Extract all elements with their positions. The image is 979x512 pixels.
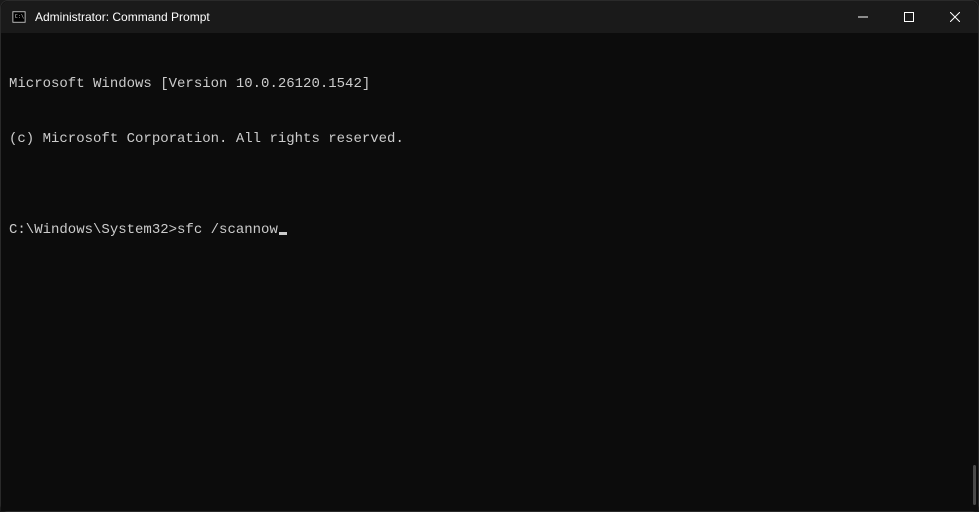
terminal-output[interactable]: Microsoft Windows [Version 10.0.26120.15… xyxy=(1,33,978,511)
prompt-path: C:\Windows\System32> xyxy=(9,221,177,239)
scrollbar[interactable] xyxy=(970,35,976,505)
cmd-icon: C:\ xyxy=(11,9,27,25)
maximize-button[interactable] xyxy=(886,1,932,33)
command-prompt-window: C:\ Administrator: Command Prompt xyxy=(0,0,979,512)
cursor-icon xyxy=(279,232,287,235)
svg-text:C:\: C:\ xyxy=(15,14,24,20)
window-controls xyxy=(840,1,978,33)
scrollbar-thumb[interactable] xyxy=(973,465,976,505)
command-input: sfc /scannow xyxy=(177,221,278,239)
prompt-line: C:\Windows\System32>sfc /scannow xyxy=(9,221,970,239)
version-line: Microsoft Windows [Version 10.0.26120.15… xyxy=(9,75,970,93)
close-button[interactable] xyxy=(932,1,978,33)
copyright-line: (c) Microsoft Corporation. All rights re… xyxy=(9,130,970,148)
window-title: Administrator: Command Prompt xyxy=(35,10,210,24)
titlebar-left: C:\ Administrator: Command Prompt xyxy=(1,9,840,25)
titlebar[interactable]: C:\ Administrator: Command Prompt xyxy=(1,1,978,33)
minimize-button[interactable] xyxy=(840,1,886,33)
